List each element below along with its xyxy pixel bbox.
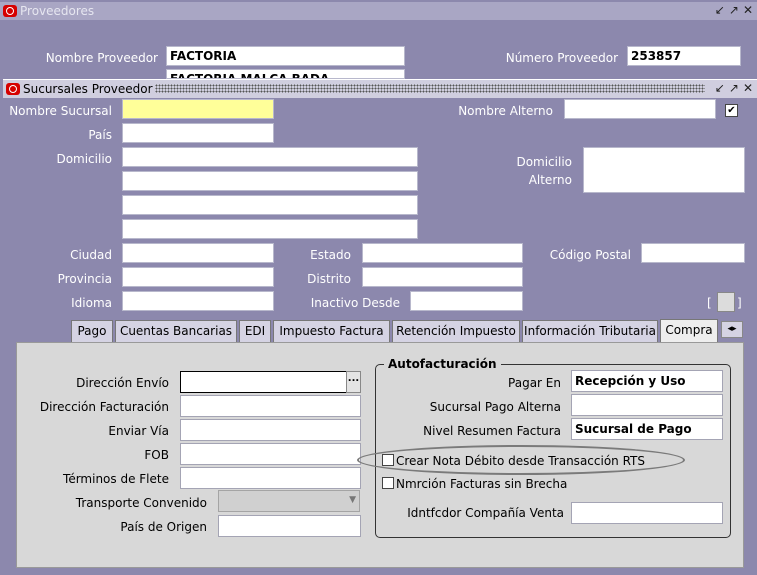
- idioma-label: Idioma: [71, 296, 112, 310]
- numero-proveedor-field[interactable]: 253857: [627, 46, 741, 66]
- outer-second-line-field[interactable]: FACTORIA MALCA BADA: [166, 69, 405, 79]
- inactivo-desde-label: Inactivo Desde: [310, 296, 400, 310]
- provincia-field[interactable]: [122, 267, 274, 287]
- domicilio-alterno-label-2: Alterno: [528, 173, 572, 187]
- flex-bracket-right: ]: [737, 296, 742, 310]
- sucursal-pago-alterna-label: Sucursal Pago Alterna: [429, 400, 561, 414]
- enviar-via-field[interactable]: [180, 419, 361, 441]
- enviar-via-label: Enviar Vía: [108, 424, 169, 438]
- domicilio-alterno-label-1: Domicilio: [516, 155, 572, 169]
- compra-panel: Dirección Envío ... Dirección Facturació…: [16, 342, 744, 568]
- crear-nota-checkbox[interactable]: [382, 454, 394, 466]
- nombre-sucursal-field[interactable]: [122, 99, 274, 119]
- tab-scroll-arrows[interactable]: ◂▸: [721, 321, 743, 338]
- oracle-logo-icon: [3, 5, 17, 17]
- estado-field[interactable]: [362, 243, 523, 263]
- outer-title-bar: Proveedores ↙ ↗ ✕: [0, 2, 757, 20]
- nombre-proveedor-field[interactable]: FACTORIA: [166, 46, 405, 66]
- nombre-sucursal-label: Nombre Sucursal: [9, 104, 112, 118]
- close-icon[interactable]: ✕: [743, 3, 753, 17]
- domicilio-line-3[interactable]: [122, 195, 418, 215]
- idioma-field[interactable]: [122, 291, 274, 311]
- nmrcion-checkbox[interactable]: [382, 477, 394, 489]
- inactivo-desde-field[interactable]: [410, 291, 523, 311]
- domicilio-label: Domicilio: [56, 152, 112, 166]
- nivel-resumen-factura-label: Nivel Resumen Factura: [423, 424, 561, 438]
- domicilio-line-4[interactable]: [122, 219, 418, 239]
- domicilio-alterno-field[interactable]: [583, 147, 745, 193]
- tab-pago[interactable]: Pago: [71, 320, 113, 342]
- tab-edi[interactable]: EDI: [239, 320, 271, 342]
- chevron-down-icon: ▼: [349, 495, 356, 505]
- crear-nota-label: Crear Nota Débito desde Transacción RTS: [396, 454, 645, 468]
- tab-impuesto-factura[interactable]: Impuesto Factura: [273, 320, 390, 342]
- title-bar-dotted-pattern: [155, 84, 705, 93]
- lov-button[interactable]: ...: [346, 371, 361, 393]
- nombre-alterno-label: Nombre Alterno: [458, 104, 553, 118]
- flex-bracket-left: [: [707, 296, 712, 310]
- tab-retencion-impuesto[interactable]: Retención Impuesto: [392, 320, 520, 342]
- domicilio-line-1[interactable]: [122, 147, 418, 167]
- inner-title-bar: Sucursales Proveedor ↙ ↗ ✕: [3, 79, 757, 98]
- direccion-envio-label: Dirección Envío: [76, 376, 169, 390]
- inner-window-title: Sucursales Proveedor: [23, 82, 153, 96]
- minimize-icon[interactable]: ↙: [715, 3, 725, 17]
- idntfcdor-field[interactable]: [571, 502, 723, 524]
- codigo-postal-field[interactable]: [641, 243, 745, 263]
- nombre-alterno-field[interactable]: [564, 99, 716, 119]
- maximize-icon[interactable]: ↗: [729, 81, 739, 95]
- autofacturacion-title: Autofacturación: [384, 357, 501, 371]
- fob-label: FOB: [144, 448, 169, 462]
- descriptive-flexfield-button[interactable]: [717, 292, 735, 312]
- direccion-envio-field[interactable]: [180, 371, 347, 393]
- transporte-convenido-label: Transporte Convenido: [75, 496, 207, 510]
- idntfcdor-label: Idntfcdor Compañía Venta: [407, 506, 564, 520]
- nombre-proveedor-label: Nombre Proveedor: [45, 51, 158, 65]
- codigo-postal-label: Código Postal: [549, 248, 631, 262]
- estado-label: Estado: [310, 248, 351, 262]
- checkbox-checked[interactable]: ✔: [725, 104, 738, 117]
- distrito-field[interactable]: [362, 267, 523, 287]
- fob-field[interactable]: [180, 443, 361, 465]
- direccion-facturacion-field[interactable]: [180, 395, 361, 417]
- pais-field[interactable]: [122, 123, 274, 143]
- numero-proveedor-label: Número Proveedor: [505, 51, 618, 65]
- tab-cuentas-bancarias[interactable]: Cuentas Bancarias: [115, 320, 237, 342]
- pagar-en-field[interactable]: Recepción y Uso: [571, 370, 723, 392]
- sucursal-pago-alterna-field[interactable]: [571, 394, 723, 416]
- outer-window-title: Proveedores: [20, 4, 95, 18]
- transporte-convenido-select[interactable]: ▼: [218, 490, 360, 512]
- tab-compra[interactable]: Compra: [660, 319, 718, 343]
- domicilio-line-2[interactable]: [122, 171, 418, 191]
- terminos-flete-field[interactable]: [180, 467, 361, 489]
- close-icon[interactable]: ✕: [743, 81, 753, 95]
- minimize-icon[interactable]: ↙: [715, 81, 725, 95]
- pais-origen-label: País de Origen: [120, 520, 207, 534]
- distrito-label: Distrito: [307, 272, 351, 286]
- ciudad-label: Ciudad: [70, 248, 112, 262]
- provincia-label: Provincia: [57, 272, 112, 286]
- maximize-icon[interactable]: ↗: [729, 3, 739, 17]
- pais-label: País: [88, 128, 112, 142]
- nmrcion-label: Nmrción Facturas sin Brecha: [396, 477, 568, 491]
- oracle-logo-icon: [6, 83, 20, 95]
- terminos-flete-label: Términos de Flete: [63, 472, 169, 486]
- nivel-resumen-factura-field[interactable]: Sucursal de Pago: [571, 418, 723, 440]
- direccion-facturacion-label: Dirección Facturación: [39, 400, 169, 414]
- ciudad-field[interactable]: [122, 243, 274, 263]
- pais-origen-field[interactable]: [218, 515, 361, 537]
- tab-informacion-tributaria[interactable]: Información Tributaria: [522, 320, 658, 342]
- pagar-en-label: Pagar En: [508, 376, 561, 390]
